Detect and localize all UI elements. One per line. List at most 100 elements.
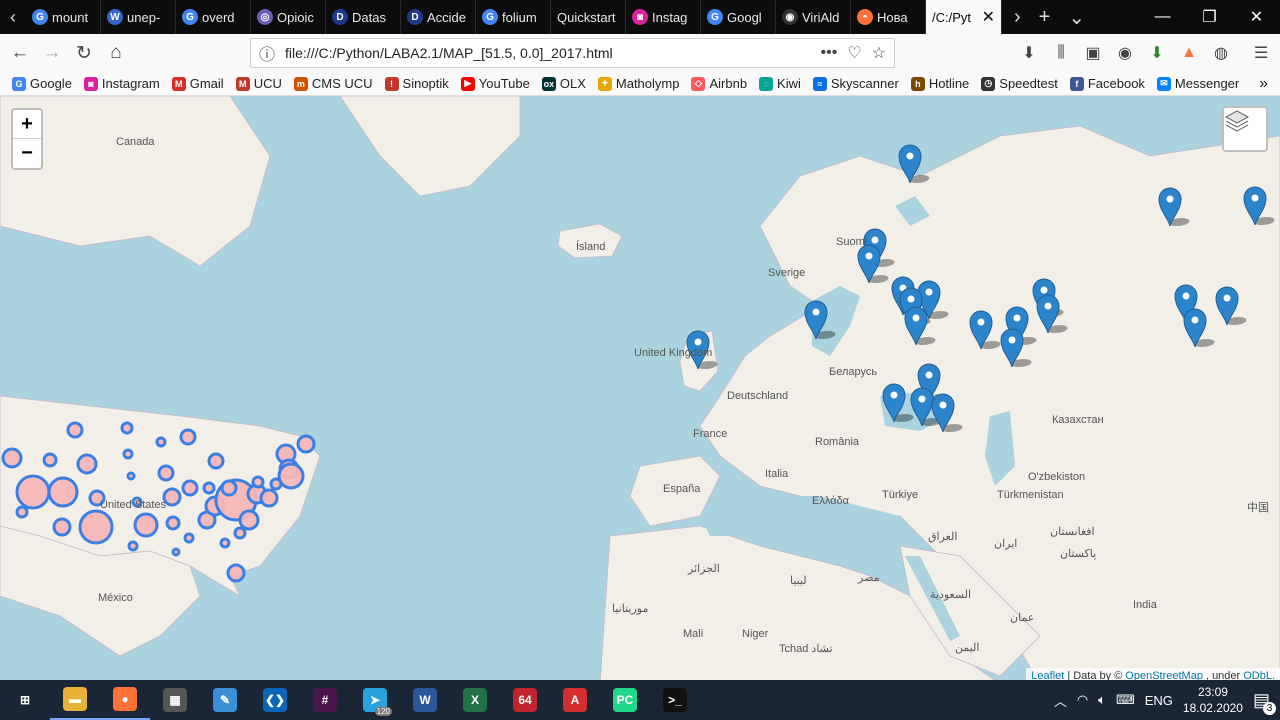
tab-label: Datas — [352, 9, 386, 25]
paint-app[interactable]: ✎ — [200, 680, 250, 720]
tab[interactable]: D Accide — [401, 0, 476, 34]
excel-app[interactable]: X — [450, 680, 500, 720]
bookmark-favicon-icon: ▶ — [460, 76, 475, 91]
home-button[interactable]: ⌂ — [100, 38, 132, 68]
bookmark-item[interactable]: ✉ Messenger — [1156, 76, 1239, 91]
network-icon[interactable]: ◠ — [1077, 692, 1088, 708]
circle-marker — [181, 479, 199, 497]
bookmark-item[interactable]: m CMS UCU — [293, 76, 373, 91]
page-actions-icon[interactable]: ••• — [821, 44, 838, 62]
map-label: Türkiye — [882, 489, 919, 501]
url-text[interactable]: file:///C:/Python/LABA2.1/MAP_[51.5, 0.0… — [285, 45, 810, 61]
tab[interactable]: ◓ Нова — [851, 0, 926, 34]
circle-marker — [42, 452, 58, 468]
zoom-out-button[interactable]: − — [13, 139, 41, 168]
zoom-in-button[interactable]: + — [13, 110, 41, 139]
volume-icon[interactable]: 🔈︎ — [1098, 692, 1106, 708]
bookmark-item[interactable]: ◙ Instagram — [83, 76, 160, 91]
acrobat-app[interactable]: A — [550, 680, 600, 720]
pycharm-app[interactable]: PC — [600, 680, 650, 720]
bookmark-item[interactable]: M Gmail — [171, 76, 224, 91]
address-bar[interactable]: ⓘ file:///C:/Python/LABA2.1/MAP_[51.5, 0… — [250, 38, 895, 68]
notifications-icon[interactable]: ▤ 3 — [1253, 690, 1276, 715]
globe-icon[interactable]: ◍ — [1207, 38, 1235, 68]
tab[interactable]: Gfolium — [476, 0, 551, 34]
account-icon[interactable]: ◉ — [1111, 38, 1139, 68]
extension-icon[interactable]: ▲ — [1175, 38, 1203, 68]
calculator-app[interactable]: ▦ — [150, 680, 200, 720]
tab[interactable]: ◉ ViriAld — [776, 0, 851, 34]
tab-favicon-icon: G — [482, 9, 498, 25]
word-app[interactable]: W — [400, 680, 450, 720]
bookmark-item[interactable]: ▶ YouTube — [460, 76, 530, 91]
map-label: México — [98, 592, 133, 604]
info-icon[interactable]: ⓘ — [259, 41, 275, 65]
tab-scroll-left[interactable]: ‹ — [0, 0, 26, 34]
tab-close-icon[interactable]: ✕ — [982, 7, 995, 27]
pocket-icon[interactable]: ♡ — [847, 43, 861, 63]
bookmark-label: Gmail — [189, 76, 224, 91]
bookmark-favicon-icon: ! — [384, 76, 399, 91]
restore-button[interactable]: ❐ — [1186, 0, 1233, 34]
bookmark-favicon-icon: m — [293, 76, 308, 91]
forward-button[interactable]: → — [36, 38, 68, 68]
extension-download-icon[interactable]: ⬇ — [1143, 38, 1171, 68]
language-indicator[interactable]: ENG — [1145, 693, 1173, 708]
tab[interactable]: Goverd — [176, 0, 251, 34]
tray-expand-icon[interactable]: ︿ — [1054, 691, 1067, 710]
new-tab-button[interactable]: + — [1039, 6, 1051, 29]
aida64-app[interactable]: 64 — [500, 680, 550, 720]
tab[interactable]: Wunep- — [101, 0, 176, 34]
slack-app[interactable]: # — [300, 680, 350, 720]
bookmark-item[interactable]: ox OLX — [541, 76, 586, 91]
keyboard-icon[interactable]: ⌨ — [1116, 692, 1135, 708]
circle-marker — [157, 464, 175, 482]
bookmark-star-icon[interactable]: ☆ — [872, 43, 886, 63]
downloads-icon[interactable]: ⬇ — [1015, 38, 1043, 68]
tab[interactable]: G Googl — [701, 0, 776, 34]
tab[interactable]: Gmount — [26, 0, 101, 34]
sidebar-icon[interactable]: ▣ — [1079, 38, 1107, 68]
tab-list-dropdown[interactable]: ⌄ — [1068, 5, 1085, 30]
tab-scroll-right[interactable]: › — [1014, 6, 1021, 29]
tab-active[interactable]: /C:/Pyt ✕ — [926, 0, 1002, 34]
telegram-app[interactable]: ➤ 120 — [350, 680, 400, 720]
tab[interactable]: Quickstart — [551, 0, 626, 34]
menu-icon[interactable]: ☰ — [1247, 38, 1275, 68]
bookmark-item[interactable]: ≈ Skyscanner — [812, 76, 899, 91]
back-button[interactable]: ← — [4, 38, 36, 68]
bookmark-item[interactable]: G Google — [12, 76, 72, 91]
clock[interactable]: 23:09 18.02.2020 — [1183, 684, 1243, 716]
reload-button[interactable]: ↻ — [68, 38, 100, 68]
firefox-app[interactable]: ● — [100, 680, 150, 720]
map[interactable]: Canada Ísland Suomi Sverige United Kingdom De… — [0, 96, 1280, 684]
vscode-app[interactable]: ❮❯ — [250, 680, 300, 720]
system-tray: ︿ ◠ 🔈︎ ⌨ ENG 23:09 18.02.2020 ▤ 3 — [1054, 680, 1280, 720]
bookmark-favicon-icon: ≈ — [812, 76, 827, 91]
terminal-app[interactable]: >_ — [650, 680, 700, 720]
bookmark-item[interactable]: h Hotline — [910, 76, 969, 91]
map-label: Ελλάδα — [812, 495, 850, 507]
close-window-button[interactable]: ✕ — [1233, 0, 1280, 34]
bookmark-label: Google — [30, 76, 72, 91]
library-icon[interactable]: ⫼ — [1047, 38, 1075, 68]
bookmark-favicon-icon: ◇ — [691, 76, 706, 91]
bookmark-item[interactable]: f Facebook — [1069, 76, 1145, 91]
bookmark-item[interactable]: ! Sinoptik — [384, 76, 449, 91]
bookmark-item[interactable]: ◇ Airbnb — [691, 76, 747, 91]
tab-favicon-icon: W — [107, 9, 123, 25]
tab[interactable]: ◙ Instag — [626, 0, 701, 34]
start-button[interactable]: ⊞ — [0, 680, 50, 720]
layers-control[interactable] — [1222, 106, 1268, 152]
minimize-button[interactable]: — — [1139, 0, 1186, 34]
bookmark-item[interactable]: ◷ Speedtest — [981, 76, 1058, 91]
bookmark-item[interactable]: ◌ Kiwi — [759, 76, 801, 91]
bookmarks-overflow-icon[interactable]: » — [1259, 72, 1268, 96]
bookmark-item[interactable]: ✦ Matholymp — [597, 76, 679, 91]
explorer-app[interactable]: ▬ — [50, 680, 100, 720]
tab[interactable]: D Datas — [326, 0, 401, 34]
zoom-control: + − — [11, 108, 43, 170]
tab[interactable]: ◎ Opioic — [251, 0, 326, 34]
map-label: India — [1133, 599, 1157, 611]
bookmark-item[interactable]: M UCU — [235, 76, 282, 91]
